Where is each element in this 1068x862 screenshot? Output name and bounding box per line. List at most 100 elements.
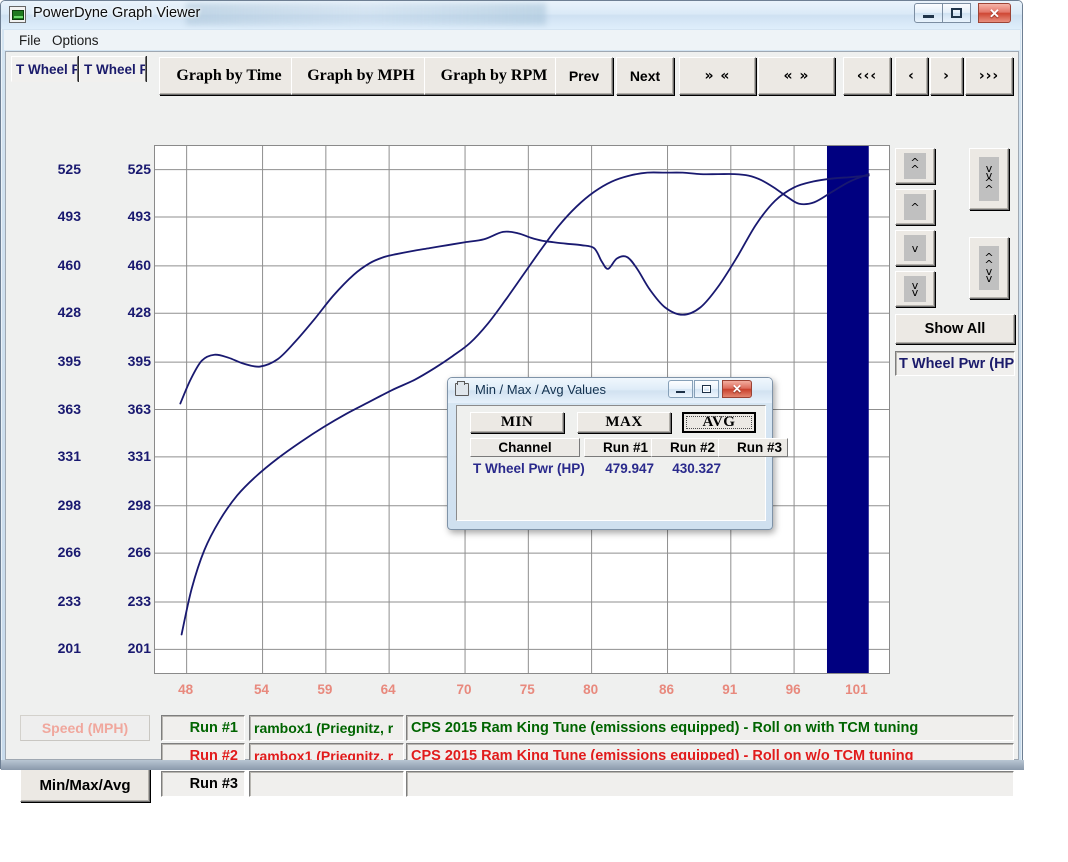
chevron-down-icon: v <box>904 235 926 261</box>
dialog-title: Min / Max / Avg Values <box>475 382 606 397</box>
y-axis-tick-0-9: 233 <box>25 593 81 609</box>
channel-tab-1[interactable]: T Wheel P <box>79 56 146 82</box>
x-axis-tick-0: 48 <box>166 682 206 697</box>
dialog-minimize-button[interactable] <box>668 380 693 398</box>
step-right-button[interactable]: › <box>930 57 963 95</box>
y-axis-tick-1-0: 525 <box>95 161 151 177</box>
y-axis-tick-0-7: 298 <box>25 497 81 513</box>
speed-axis-button[interactable]: Speed (MPH) <box>20 715 150 741</box>
y-axis-tick-1-6: 331 <box>95 448 151 464</box>
zoom-up-double-button[interactable]: ^^ <box>895 148 935 184</box>
y-axis-tick-0-0: 525 <box>25 161 81 177</box>
min-mode-button[interactable]: MIN <box>470 412 564 433</box>
y-axis-tick-1-10: 201 <box>95 640 151 656</box>
cell-channel: T Wheel Pwr (HP) <box>473 461 585 476</box>
menu-item-file[interactable]: File <box>13 32 47 49</box>
y-axis-tick-1-5: 363 <box>95 401 151 417</box>
y-axis-tick-0-2: 460 <box>25 257 81 273</box>
run-file-3[interactable] <box>249 771 404 797</box>
cell-run1-value: 479.947 <box>592 461 654 476</box>
y-axis-tick-1-2: 460 <box>95 257 151 273</box>
zoom-down-double-button[interactable]: vv <box>895 271 935 307</box>
x-axis-tick-5: 75 <box>507 682 547 697</box>
run-label-1[interactable]: Run #1 <box>161 715 245 741</box>
chevron-expand-icon: ^^vv <box>979 246 999 290</box>
x-axis-tick-1: 54 <box>242 682 282 697</box>
column-header-run3[interactable]: Run #3 <box>718 438 788 457</box>
run-label-3[interactable]: Run #3 <box>161 771 245 797</box>
channel-tab-0[interactable]: T Wheel P <box>11 56 78 82</box>
maximize-icon <box>951 8 962 18</box>
channel-name-field[interactable]: T Wheel Pwr (HP <box>895 351 1015 376</box>
menu-bar: File Options <box>4 30 1020 50</box>
close-icon: ✕ <box>989 7 1000 20</box>
column-header-channel[interactable]: Channel <box>470 438 580 457</box>
graph-by-time-button[interactable]: Graph by Time <box>159 57 299 95</box>
x-axis-tick-6: 80 <box>571 682 611 697</box>
zoom-up-single-button[interactable]: ^ <box>895 189 935 225</box>
folder-icon <box>455 383 469 396</box>
chevron-up-icon: ^ <box>904 194 926 220</box>
chevron-up-double-icon: ^^ <box>904 153 926 179</box>
expand-range-button[interactable]: « » <box>758 57 835 95</box>
close-button[interactable]: ✕ <box>978 3 1011 23</box>
y-axis-labels: 5255254934934604604284283953953633633313… <box>7 87 150 682</box>
focus-ring <box>686 416 752 429</box>
title-bar: PowerDyne Graph Viewer ✕ <box>1 1 1022 29</box>
run-description-1[interactable]: CPS 2015 Ram King Tune (emissions equipp… <box>406 715 1014 741</box>
show-all-button[interactable]: Show All <box>895 314 1015 344</box>
dialog-maximize-button[interactable] <box>694 380 719 398</box>
dialog-body: MIN MAX AVG Channel Run #1 Run #2 Run #3… <box>456 405 766 521</box>
cell-run2-value: 430.327 <box>659 461 721 476</box>
x-axis-labels: 48545964707580869196101 <box>126 682 916 704</box>
minimize-button[interactable] <box>914 3 943 23</box>
prev-button[interactable]: Prev <box>555 57 613 95</box>
x-axis-tick-8: 91 <box>710 682 750 697</box>
run-description-3[interactable] <box>406 771 1014 797</box>
y-axis-tick-0-3: 428 <box>25 304 81 320</box>
maximize-icon <box>702 385 711 393</box>
run-file-1[interactable]: rambox1 (Priegnitz, r <box>249 715 404 741</box>
dialog-title-bar: Min / Max / Avg Values ✕ <box>448 378 772 403</box>
y-axis-tick-0-1: 493 <box>25 208 81 224</box>
page-left-button[interactable]: ‹‹‹ <box>843 57 891 95</box>
y-axis-tick-1-7: 298 <box>95 497 151 513</box>
scale-compress-button[interactable]: vv^^ <box>969 148 1009 210</box>
min-max-avg-dialog: Min / Max / Avg Values ✕ MIN MAX AVG Cha… <box>447 377 773 530</box>
column-header-run1[interactable]: Run #1 <box>584 438 654 457</box>
y-axis-tick-1-4: 395 <box>95 353 151 369</box>
window-title: PowerDyne Graph Viewer <box>33 5 200 21</box>
y-axis-tick-0-8: 266 <box>25 544 81 560</box>
graph-by-mph-button[interactable]: Graph by MPH <box>291 57 431 95</box>
x-axis-tick-7: 86 <box>647 682 687 697</box>
menu-item-options[interactable]: Options <box>46 32 105 49</box>
y-axis-tick-0-5: 363 <box>25 401 81 417</box>
y-axis-tick-1-9: 233 <box>95 593 151 609</box>
window-bottom-edge <box>1 760 1024 770</box>
dialog-close-button[interactable]: ✕ <box>722 380 752 398</box>
series-line-0 <box>180 176 868 404</box>
column-header-run2[interactable]: Run #2 <box>651 438 721 457</box>
max-mode-button[interactable]: MAX <box>577 412 671 433</box>
zoom-down-single-button[interactable]: v <box>895 230 935 266</box>
min-max-avg-button[interactable]: Min/Max/Avg <box>20 769 150 802</box>
avg-mode-button[interactable]: AVG <box>682 412 756 433</box>
shrink-range-button[interactable]: » « <box>679 57 756 95</box>
app-icon <box>9 6 26 23</box>
y-axis-tick-1-1: 493 <box>95 208 151 224</box>
y-axis-tick-1-8: 266 <box>95 544 151 560</box>
step-left-button[interactable]: ‹ <box>895 57 928 95</box>
maximize-button[interactable] <box>942 3 971 23</box>
close-icon: ✕ <box>732 382 742 396</box>
y-axis-tick-0-10: 201 <box>25 640 81 656</box>
title-bar-blur-artifact <box>186 3 546 25</box>
graph-by-rpm-button[interactable]: Graph by RPM <box>424 57 564 95</box>
y-axis-tick-0-6: 331 <box>25 448 81 464</box>
next-button[interactable]: Next <box>616 57 674 95</box>
page-right-button[interactable]: ››› <box>965 57 1013 95</box>
x-axis-tick-4: 70 <box>444 682 484 697</box>
y-axis-tick-1-3: 428 <box>95 304 151 320</box>
x-axis-tick-10: 101 <box>836 682 876 697</box>
x-axis-tick-3: 64 <box>368 682 408 697</box>
scale-expand-button[interactable]: ^^vv <box>969 237 1009 299</box>
